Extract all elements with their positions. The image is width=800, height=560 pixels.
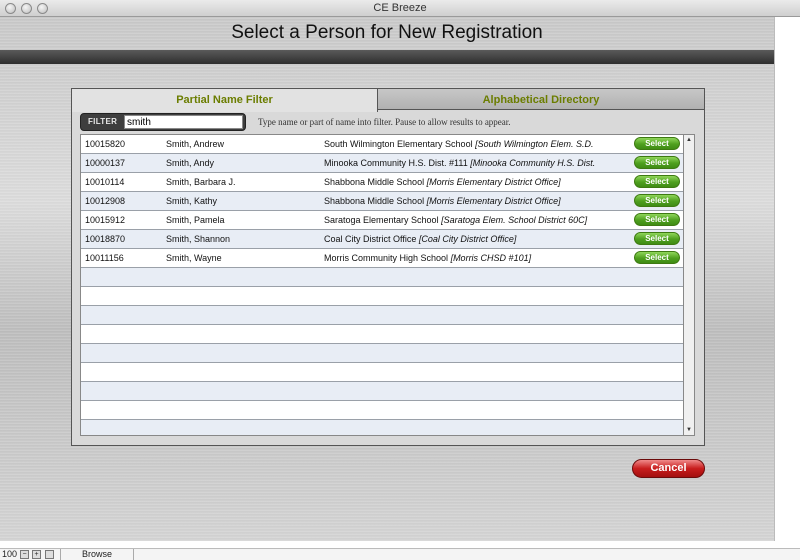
- scroll-down-arrow-icon[interactable]: ▼: [685, 426, 693, 434]
- mode-indicator[interactable]: Browse: [60, 549, 134, 560]
- district-name: [Morris Elementary District Office]: [426, 177, 561, 187]
- table-row: [81, 363, 683, 382]
- select-button[interactable]: Select: [634, 194, 680, 207]
- table-row: [81, 401, 683, 420]
- header-divider-bar: [0, 50, 774, 64]
- select-button[interactable]: Select: [634, 156, 680, 169]
- school-name: Minooka Community H.S. Dist. #111: [324, 158, 468, 168]
- person-id: 10012908: [85, 196, 126, 206]
- table-row: [81, 382, 683, 401]
- zoom-out-icon[interactable]: −: [20, 550, 29, 559]
- select-button[interactable]: Select: [634, 175, 680, 188]
- school-name: Morris Community High School: [324, 253, 449, 263]
- select-button[interactable]: Select: [634, 137, 680, 150]
- person-school: Morris Community High School [Morris CHS…: [324, 253, 531, 263]
- window-right-gutter: [774, 17, 800, 541]
- district-name: [Saratoga Elem. School District 60C]: [441, 215, 588, 225]
- person-name: Smith, Andrew: [166, 139, 225, 149]
- select-button[interactable]: Select: [634, 251, 680, 264]
- school-name: Saratoga Elementary School: [324, 215, 439, 225]
- table-row: [81, 268, 683, 287]
- school-name: Shabbona Middle School: [324, 177, 425, 187]
- tab-partial-name-filter[interactable]: Partial Name Filter: [71, 88, 378, 112]
- window-title: CE Breeze: [373, 2, 427, 14]
- person-id: 10010114: [85, 177, 125, 187]
- person-school: Shabbona Middle School [Morris Elementar…: [324, 196, 561, 206]
- table-row[interactable]: 10015820 Smith, Andrew South Wilmington El…: [81, 135, 683, 154]
- status-bar: 100 − + Browse: [0, 548, 800, 560]
- person-id: 10018870: [85, 234, 126, 244]
- district-name: [South Wilmington Elem. S.D.: [475, 139, 594, 149]
- tab-alphabetical-directory[interactable]: Alphabetical Directory: [377, 88, 705, 110]
- table-row[interactable]: 10000137 Smith, Andy Minooka Community H.S…: [81, 154, 683, 173]
- window-titlebar: CE Breeze: [0, 0, 800, 17]
- person-name: Smith, Barbara J.: [166, 177, 236, 187]
- table-row: [81, 325, 683, 344]
- table-row[interactable]: 10010114 Smith, Barbara J. Shabbona Middle…: [81, 173, 683, 192]
- school-name: Coal City District Office: [324, 234, 417, 244]
- person-name: Smith, Pamela: [166, 215, 225, 225]
- person-school: South Wilmington Elementary School [Sout…: [324, 139, 594, 149]
- table-row[interactable]: 10018870 Smith, Shannon Coal City District…: [81, 230, 683, 249]
- school-name: South Wilmington Elementary School: [324, 139, 473, 149]
- select-button[interactable]: Select: [634, 232, 680, 245]
- filter-input[interactable]: [124, 115, 243, 129]
- person-id: 10015912: [85, 215, 126, 225]
- person-name: Smith, Shannon: [166, 234, 231, 244]
- select-button[interactable]: Select: [634, 213, 680, 226]
- district-name: [Minooka Community H.S. Dist.: [470, 158, 596, 168]
- person-school: Saratoga Elementary School [Saratoga Ele…: [324, 215, 587, 225]
- table-row: [81, 306, 683, 325]
- person-name: Smith, Kathy: [166, 196, 218, 206]
- person-school: Shabbona Middle School [Morris Elementar…: [324, 177, 561, 187]
- results-list[interactable]: 10015820 Smith, Andrew South Wilmington El…: [80, 134, 684, 436]
- page-title: Select a Person for New Registration: [231, 22, 543, 43]
- status-toolbar-toggle-icon[interactable]: [45, 550, 54, 559]
- person-name: Smith, Andy: [166, 158, 215, 168]
- school-name: Shabbona Middle School: [324, 196, 425, 206]
- person-id: 10015820: [85, 139, 126, 149]
- list-scrollbar[interactable]: ▲ ▼: [684, 134, 695, 436]
- zoom-level[interactable]: 100: [2, 549, 17, 559]
- district-name: [Morris CHSD #101]: [450, 253, 532, 263]
- table-row: [81, 287, 683, 306]
- district-name: [Morris Elementary District Office]: [426, 196, 561, 206]
- person-name: Smith, Wayne: [166, 253, 222, 263]
- person-school: Minooka Community H.S. Dist. #111 [Minoo…: [324, 158, 595, 168]
- filter-label: FILTER: [88, 117, 118, 126]
- person-id: 10000137: [85, 158, 126, 168]
- table-row[interactable]: 10012908 Smith, Kathy Shabbona Middle Scho…: [81, 192, 683, 211]
- cancel-button[interactable]: Cancel: [632, 459, 705, 478]
- person-id: 10011156: [85, 253, 124, 263]
- scroll-up-arrow-icon[interactable]: ▲: [685, 136, 693, 144]
- table-row: [81, 420, 683, 435]
- zoom-in-icon[interactable]: +: [32, 550, 41, 559]
- table-row[interactable]: 10015912 Smith, Pamela Saratoga Elementary…: [81, 211, 683, 230]
- district-name: [Coal City District Office]: [418, 234, 517, 244]
- table-row: [81, 344, 683, 363]
- filter-hint: Type name or part of name into filter. P…: [258, 117, 511, 127]
- table-row[interactable]: 10011156 Smith, Wayne Morris Community Hig…: [81, 249, 683, 268]
- person-school: Coal City District Office [Coal City Dis…: [324, 234, 516, 244]
